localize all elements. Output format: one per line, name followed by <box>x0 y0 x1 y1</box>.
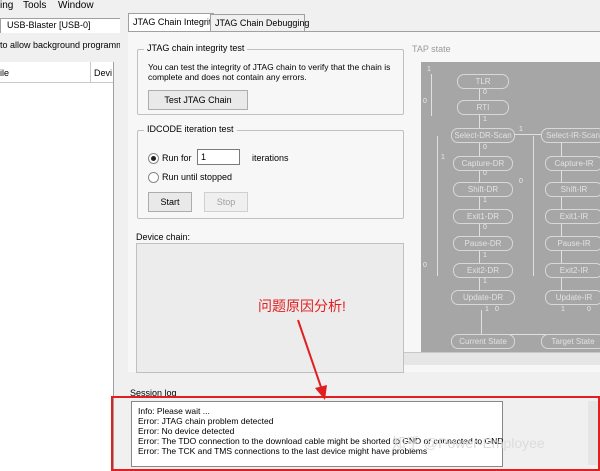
run-for-label: Run for <box>162 153 192 163</box>
run-for-radio[interactable] <box>148 153 159 164</box>
test-jtag-chain-button[interactable]: Test JTAG Chain <box>148 90 248 110</box>
menu-item-processing[interactable]: ing <box>0 0 13 12</box>
tap-horizontal-scrollbar[interactable] <box>404 352 600 365</box>
tap-node-capture-ir: Capture-IR <box>545 156 600 171</box>
tap-node-exit2-ir: Exit2-IR <box>545 263 600 278</box>
connector-line <box>437 136 438 276</box>
transition-label: 0 <box>495 306 499 313</box>
tap-node-exit2-dr: Exit2-DR <box>453 263 513 278</box>
tab-jtag-chain-integrity[interactable]: JTAG Chain Integrity <box>128 13 216 32</box>
start-button[interactable]: Start <box>148 192 192 212</box>
iterations-label: iterations <box>252 153 289 163</box>
column-file[interactable]: ile <box>0 68 9 78</box>
tab-jtag-chain-debugging[interactable]: JTAG Chain Debugging <box>210 14 309 31</box>
tap-node-tlr: TLR <box>457 74 509 89</box>
transition-label: 0 <box>423 262 427 269</box>
transition-label: 0 <box>423 98 427 105</box>
transition-label: 1 <box>483 116 487 123</box>
transition-label: 0 <box>587 306 591 313</box>
connector-line <box>511 134 541 135</box>
transition-label: 0 <box>483 170 487 177</box>
tap-node-pause-dr: Pause-DR <box>453 236 513 251</box>
menu-bar: ing Tools Window <box>0 0 128 14</box>
device-chain-label: Device chain: <box>136 232 191 242</box>
transition-label: 1 <box>441 154 445 161</box>
file-grid-header: ile Devi <box>0 62 113 83</box>
annotation-text: 问题原因分析! <box>258 298 346 314</box>
menu-item-tools[interactable]: Tools <box>23 0 46 12</box>
integrity-description-line-2: complete and does not contain any errors… <box>148 72 307 82</box>
integrity-description-line-1: You can test the integrity of JTAG chain… <box>148 62 391 72</box>
background-programming-text: to allow background programmi <box>0 40 126 50</box>
transition-label: 0 <box>483 224 487 231</box>
tap-node-exit1-ir: Exit1-IR <box>545 209 600 224</box>
integrity-test-group: JTAG chain integrity test You can test t… <box>137 43 404 115</box>
tap-node-select-ir-scan: Select-IR-Scan <box>541 128 600 143</box>
run-until-stopped-radio[interactable] <box>148 172 159 183</box>
tap-node-rti: RTI <box>457 100 509 115</box>
tap-node-shift-ir: Shift-IR <box>545 182 600 197</box>
transition-label: 0 <box>519 178 523 185</box>
integrity-description: You can test the integrity of JTAG chain… <box>148 62 390 82</box>
transition-label: 1 <box>483 252 487 259</box>
idcode-test-group: IDCODE iteration test Run for 1 iteratio… <box>137 124 404 219</box>
transition-label: 1 <box>519 126 523 133</box>
tap-node-update-ir: Update-IR <box>545 290 600 305</box>
hardware-tab[interactable]: USB-Blaster [USB-0] <box>0 18 122 33</box>
transition-label: 1 <box>483 197 487 204</box>
iterations-input[interactable]: 1 <box>197 149 240 165</box>
tap-node-pause-ir: Pause-IR <box>545 236 600 251</box>
annotation-arrow-icon <box>297 319 327 400</box>
tap-state-label: TAP state <box>412 44 451 54</box>
watermark-text: 知乎 @Power-Employee <box>392 435 545 451</box>
tap-node-select-dr-scan: Select-DR-Scan <box>451 128 515 143</box>
stop-button[interactable]: Stop <box>204 192 248 212</box>
transition-label: 0 <box>483 89 487 96</box>
tap-node-exit1-dr: Exit1-DR <box>453 209 513 224</box>
tap-node-current-state: Current State <box>451 334 515 349</box>
transition-label: 0 <box>483 144 487 151</box>
menu-item-window[interactable]: Window <box>58 0 94 12</box>
idcode-test-legend: IDCODE iteration test <box>144 124 237 134</box>
file-grid[interactable] <box>0 62 114 471</box>
transition-label: 1 <box>427 66 431 73</box>
tap-node-shift-dr: Shift-DR <box>453 182 513 197</box>
transition-label: 1 <box>485 306 489 313</box>
connector-line <box>533 136 534 276</box>
tap-node-target-state: Target State <box>541 334 600 349</box>
column-divider[interactable] <box>90 62 91 82</box>
hardware-tab-label: USB-Blaster [USB-0] <box>7 20 91 30</box>
transition-label: 1 <box>561 306 565 313</box>
tap-node-update-dr: Update-DR <box>451 290 515 305</box>
transition-label: 1 <box>483 278 487 285</box>
connector-line <box>431 74 432 116</box>
run-until-stopped-label: Run until stopped <box>162 172 233 182</box>
tap-state-diagram: TLR RTI Select-DR-Scan Select-IR-Scan Ca… <box>421 62 600 357</box>
integrity-test-legend: JTAG chain integrity test <box>144 43 248 53</box>
connector-line <box>481 310 482 334</box>
column-device[interactable]: Devi <box>94 68 112 78</box>
tap-node-capture-dr: Capture-DR <box>453 156 513 171</box>
